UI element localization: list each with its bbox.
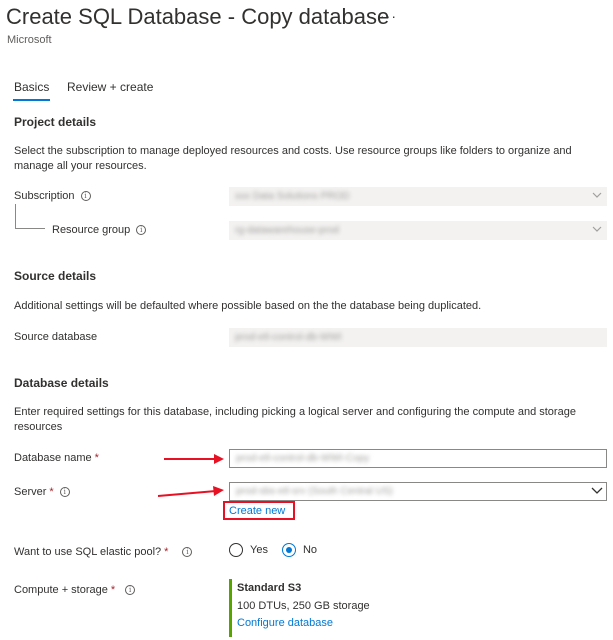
compute-storage-label-text: Compute + storage [14,584,108,596]
database-name-label-text: Database name [14,452,92,464]
chevron-down-icon [591,487,603,495]
page-title: Create SQL Database - Copy database [6,4,390,29]
elastic-pool-label: Want to use SQL elastic pool? * i [14,546,193,558]
resource-group-dropdown[interactable]: rg-datawarehouse-prod [229,221,607,240]
annotation-arrow [157,486,224,497]
resource-group-value: rg-datawarehouse-prod [235,225,339,236]
compute-indicator-bar [229,579,232,637]
subscription-dropdown[interactable]: xxx Data Solutions PROD [229,187,607,206]
subscription-label-text: Subscription [14,190,75,202]
server-label: Server * i [14,486,70,498]
database-details-heading: Database details [14,376,109,390]
info-icon[interactable]: i [80,191,91,201]
server-dropdown[interactable]: prod-sbs-etl-srv (South Central US) [229,482,607,501]
tree-connector-horizontal [15,228,45,229]
tab-basics[interactable]: Basics [14,80,49,94]
elastic-pool-label-text: Want to use SQL elastic pool? [14,546,162,558]
resource-group-label: Resource group i [52,224,147,236]
info-icon[interactable]: i [59,487,70,497]
compute-storage-label: Compute + storage * i [14,584,136,596]
info-icon[interactable]: i [125,585,136,595]
subscription-value: xxx Data Solutions PROD [235,191,350,202]
info-icon[interactable]: i [136,225,147,235]
database-details-description: Enter required settings for this databas… [14,406,576,433]
project-details-description: Select the subscription to manage deploy… [14,145,572,172]
required-asterisk: * [164,546,169,558]
chevron-down-icon [592,225,602,233]
create-new-highlight: Create new [223,501,295,520]
create-new-server-link[interactable]: Create new [229,505,285,517]
more-options-button[interactable]: ··· [380,8,397,24]
elastic-pool-yes-label[interactable]: Yes [250,544,268,556]
database-name-label: Database name * [14,452,99,464]
database-name-input[interactable]: prod-etl-control-db-WWI-Copy [229,449,607,468]
subscription-label: Subscription i [14,190,91,202]
info-icon[interactable]: i [182,547,193,557]
tree-connector-vertical [15,204,16,228]
project-details-heading: Project details [14,115,97,129]
server-label-text: Server [14,486,47,498]
tab-review-create[interactable]: Review + create [67,80,153,94]
configure-database-link[interactable]: Configure database [237,617,333,629]
elastic-pool-no-label[interactable]: No [303,544,317,556]
elastic-pool-no-radio[interactable] [281,543,296,557]
required-asterisk: * [94,452,99,464]
annotation-arrow [164,454,224,464]
elastic-pool-yes-radio[interactable] [229,543,243,557]
publisher-label: Microsoft [7,34,52,46]
source-details-description: Additional settings will be defaulted wh… [14,300,482,312]
server-value: prod-sbs-etl-srv (South Central US) [236,486,393,497]
compute-detail: 100 DTUs, 250 GB storage [237,600,370,612]
database-name-value: prod-etl-control-db-WWI-Copy [236,453,370,464]
required-asterisk: * [110,584,116,596]
source-database-label: Source database [14,331,98,343]
source-details-heading: Source details [14,269,97,283]
source-database-value: prod-etl-control-db-WWI [235,332,342,343]
chevron-down-icon [592,191,602,199]
source-database-field: prod-etl-control-db-WWI [229,328,607,347]
elastic-pool-radio-group: Yes No [229,543,331,557]
compute-tier: Standard S3 [237,582,302,594]
resource-group-label-text: Resource group [52,224,131,236]
tab-selected-indicator [13,99,50,101]
required-asterisk: * [49,486,54,498]
